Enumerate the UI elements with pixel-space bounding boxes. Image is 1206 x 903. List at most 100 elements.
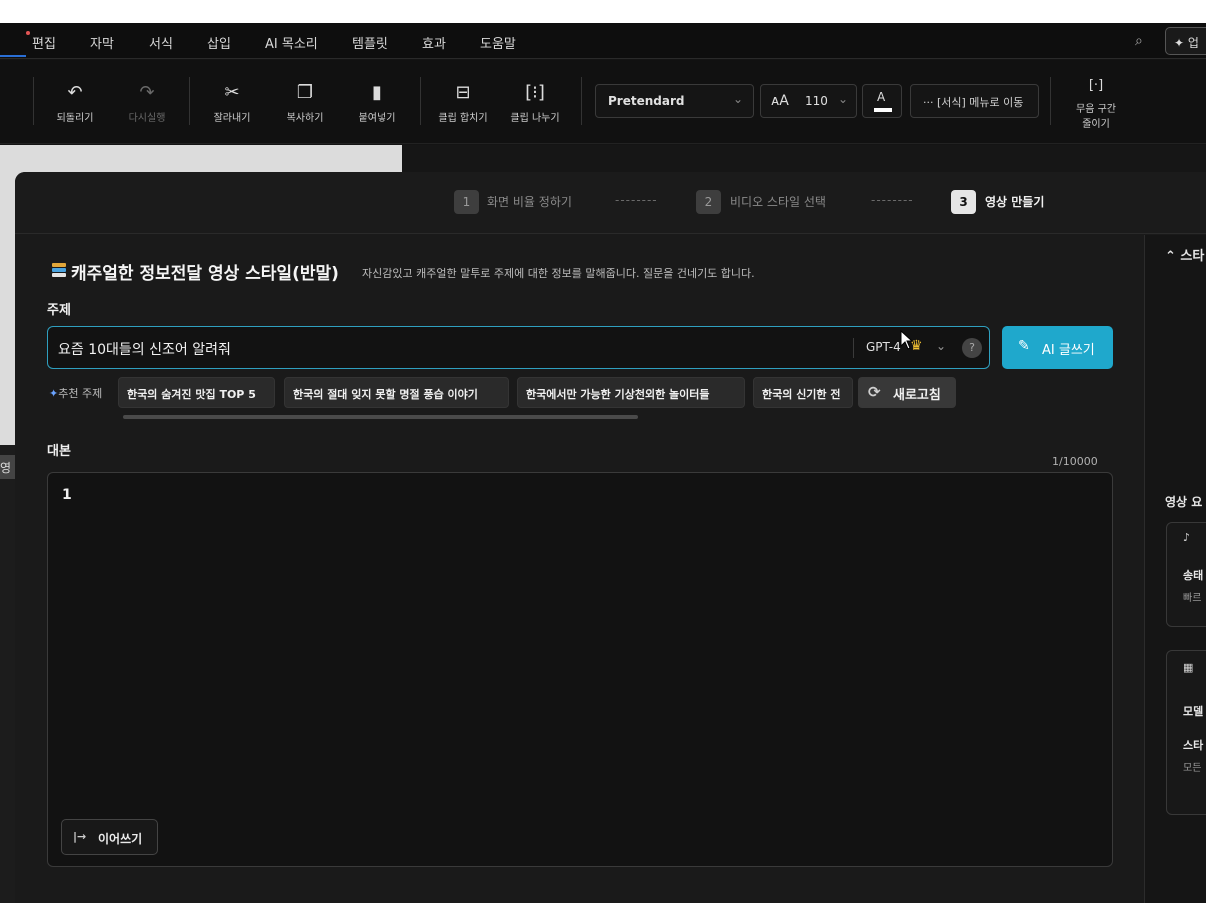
continue-arrow-icon: |→ bbox=[73, 830, 87, 843]
refresh-icon: ⟳ bbox=[868, 383, 881, 401]
text-to-image-icon: ▦ bbox=[1183, 661, 1194, 674]
toolbar-divider bbox=[1050, 77, 1051, 125]
search-icon[interactable]: ⌕ bbox=[1135, 33, 1143, 49]
scissors-icon: ✂ bbox=[224, 81, 240, 103]
menu-ai-voice[interactable]: AI 목소리 bbox=[265, 33, 318, 52]
video-create-modal: 1 화면 비율 정하기 -------- 2 비디오 스타일 선택 ------… bbox=[15, 172, 1206, 903]
topic-chip[interactable]: 한국의 숨겨진 맛집 TOP 5 bbox=[118, 377, 275, 408]
style-side-pane: ⌃ 스타 영상 요 ♪ 송태 빠르 ▦ 모델 스타 모든 bbox=[1144, 235, 1206, 903]
split-clip-label: 클립 나누기 bbox=[510, 112, 560, 124]
menu-insert[interactable]: 삽입 bbox=[207, 33, 231, 52]
side-pane-section-title: 영상 요 bbox=[1165, 495, 1203, 509]
clipboard-icon: ▮ bbox=[372, 81, 382, 103]
script-textarea[interactable]: 1 |→ 이어쓰기 bbox=[47, 472, 1113, 867]
step-separator: -------- bbox=[615, 193, 658, 207]
style-flag-icon bbox=[52, 263, 66, 279]
font-size-icon: ᴀA bbox=[771, 93, 789, 109]
voice-card-name: 송태 bbox=[1183, 569, 1204, 582]
side-pane-header[interactable]: ⌃ 스타 bbox=[1165, 245, 1204, 264]
recommended-topics-label: ✦추천 주제 bbox=[49, 387, 103, 400]
speaker-icon: ♪ bbox=[1183, 531, 1191, 544]
merge-clip-button[interactable]: ⊟ 클립 합치기 bbox=[434, 60, 492, 144]
font-family-select[interactable]: Pretendard ⌄ bbox=[595, 84, 754, 118]
trim-silence-label-1: 무음 구간 bbox=[1076, 104, 1116, 115]
character-counter: 1/10000 bbox=[1052, 455, 1098, 468]
refresh-button[interactable]: ⟳ 새로고침 bbox=[858, 377, 956, 408]
trim-silence-label-2: 줄이기 bbox=[1082, 119, 1110, 130]
chevron-down-icon[interactable]: ⌄ bbox=[936, 339, 946, 353]
upgrade-button[interactable]: ✦ 업 bbox=[1165, 27, 1206, 55]
menu-subtitle[interactable]: 자막 bbox=[90, 33, 114, 52]
ai-write-label: AI 글쓰기 bbox=[1042, 343, 1095, 358]
undo-button[interactable]: ↶ 되돌리기 bbox=[50, 60, 100, 144]
toolbar-divider bbox=[420, 77, 421, 125]
voice-card[interactable]: ♪ 송태 빠르 bbox=[1166, 522, 1206, 627]
topic-input[interactable]: 요즘 10대들의 신조어 알려줘 GPT-4 ♛ ⌄ ? bbox=[47, 326, 990, 369]
chevron-down-icon: ⌄ bbox=[732, 92, 743, 106]
text-color-button[interactable]: A bbox=[862, 84, 902, 118]
menu-help[interactable]: 도움말 bbox=[480, 33, 516, 52]
topic-chip[interactable]: 한국에서만 가능한 기상천외한 놀이터들 bbox=[517, 377, 745, 408]
step-3-number: 3 bbox=[951, 190, 976, 214]
model-select[interactable]: GPT-4 bbox=[866, 340, 901, 354]
toolbar-divider bbox=[33, 77, 34, 125]
undo-icon: ↶ bbox=[67, 81, 83, 103]
input-divider bbox=[853, 338, 854, 358]
cut-button[interactable]: ✂ 잘라내기 bbox=[207, 60, 257, 144]
continue-writing-label: 이어쓰기 bbox=[98, 832, 143, 846]
font-size-select[interactable]: ᴀA 110 ⌄ bbox=[760, 84, 857, 118]
toolbar: ↶ 되돌리기 ↷ 다시실행 ✂ 잘라내기 ❐ 복사하기 ▮ 붙여넣기 ⊟ 클립 … bbox=[0, 60, 1206, 144]
ai-write-button[interactable]: ✎ AI 글쓰기 bbox=[1002, 326, 1113, 369]
trim-silence-button[interactable]: [·] 무음 구간 줄이기 bbox=[1068, 60, 1124, 144]
help-icon[interactable]: ? bbox=[962, 338, 982, 358]
chevron-up-icon: ⌃ bbox=[1165, 249, 1181, 264]
copy-button[interactable]: ❐ 복사하기 bbox=[280, 60, 330, 144]
menu-edit[interactable]: 편집 bbox=[32, 33, 56, 52]
mouse-cursor-icon bbox=[900, 330, 914, 350]
modal-body: 캐주얼한 정보전달 영상 스타일(반말) 자신감있고 캐주얼한 말투로 주제에 … bbox=[15, 235, 1144, 903]
chevron-down-icon: ⌄ bbox=[837, 92, 848, 106]
step-2-label[interactable]: 비디오 스타일 선택 bbox=[730, 193, 826, 210]
script-text[interactable]: 1 bbox=[62, 487, 72, 503]
topic-chip[interactable]: 한국의 절대 잊지 못할 명절 풍습 이야기 bbox=[284, 377, 509, 408]
redo-icon: ↷ bbox=[139, 81, 155, 103]
script-label: 대본 bbox=[47, 444, 71, 459]
voice-card-desc: 빠르 bbox=[1183, 593, 1202, 604]
menu-effects[interactable]: 효과 bbox=[422, 33, 446, 52]
model-card[interactable]: ▦ 모델 스타 모든 bbox=[1166, 650, 1206, 815]
upgrade-label: 업 bbox=[1187, 36, 1199, 50]
trim-silence-icon: [·] bbox=[1088, 78, 1104, 93]
app-window: 편집 자막 서식 삽입 AI 목소리 템플릿 효과 도움말 ⌕ ✦ 업 ↶ 되돌… bbox=[0, 23, 1206, 903]
step-3-label[interactable]: 영상 만들기 bbox=[985, 193, 1044, 210]
topic-chip[interactable]: 한국의 신기한 전 bbox=[753, 377, 853, 408]
font-family-value: Pretendard bbox=[608, 94, 685, 108]
menu-template[interactable]: 템플릿 bbox=[352, 33, 388, 52]
sparkle-icon: ✦ bbox=[1174, 36, 1185, 50]
step-2-number: 2 bbox=[696, 190, 721, 214]
unsaved-dot-icon bbox=[26, 31, 30, 35]
paste-button[interactable]: ▮ 붙여넣기 bbox=[352, 60, 402, 144]
split-clip-button[interactable]: [⁝] 클립 나누기 bbox=[506, 60, 564, 144]
copy-label: 복사하기 bbox=[286, 112, 324, 124]
font-size-value: 110 bbox=[805, 94, 828, 108]
continue-writing-button[interactable]: |→ 이어쓰기 bbox=[61, 819, 158, 855]
text-color-label: A bbox=[877, 90, 886, 104]
style-description: 자신감있고 캐주얼한 말투로 주제에 대한 정보를 말해줍니다. 질문을 건네기… bbox=[362, 267, 755, 280]
step-1-label[interactable]: 화면 비율 정하기 bbox=[487, 193, 572, 210]
style-title: 캐주얼한 정보전달 영상 스타일(반말) bbox=[71, 264, 339, 284]
chips-scrollbar[interactable] bbox=[123, 415, 638, 419]
redo-button[interactable]: ↷ 다시실행 bbox=[122, 60, 172, 144]
redo-label: 다시실행 bbox=[128, 112, 166, 124]
split-icon: [⁝] bbox=[525, 81, 545, 103]
format-menu-button[interactable]: ··· [서식] 메뉴로 이동 bbox=[910, 84, 1039, 118]
step-indicator: 1 화면 비율 정하기 -------- 2 비디오 스타일 선택 ------… bbox=[15, 172, 1206, 234]
menu-format[interactable]: 서식 bbox=[149, 33, 173, 52]
toolbar-divider bbox=[581, 77, 582, 125]
topic-input-value[interactable]: 요즘 10대들의 신조어 알려줘 bbox=[58, 339, 231, 359]
style-card-desc: 모든 bbox=[1183, 763, 1202, 774]
paste-label: 붙여넣기 bbox=[358, 112, 396, 124]
text-color-swatch bbox=[874, 108, 892, 112]
topic-label: 주제 bbox=[47, 303, 71, 318]
sparkle-icon: ✦ bbox=[49, 387, 59, 400]
toolbar-divider bbox=[189, 77, 190, 125]
